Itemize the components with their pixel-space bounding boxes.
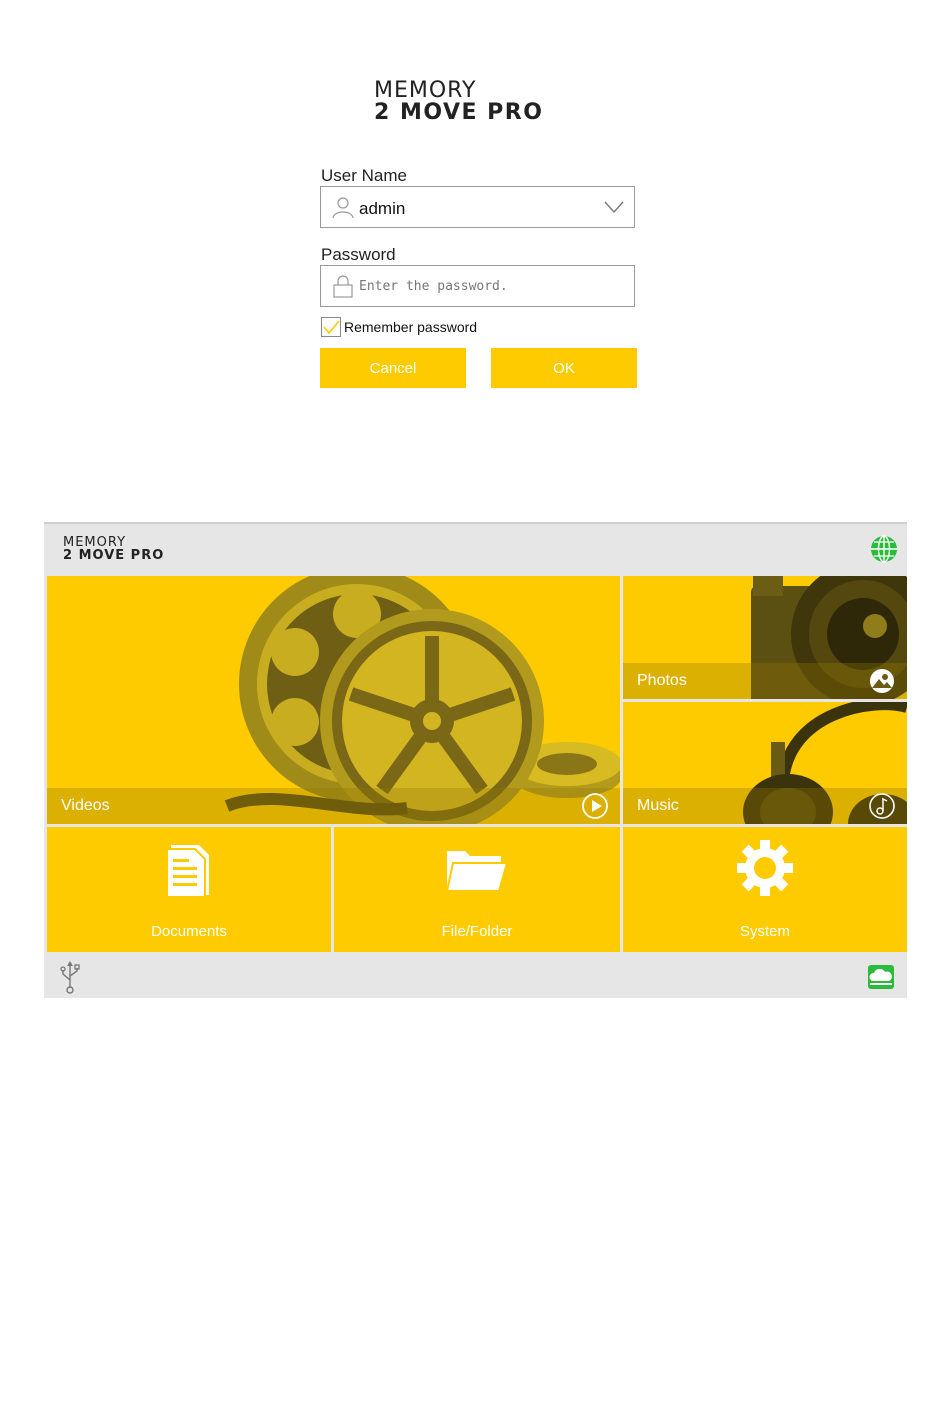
app-header: MEMORY 2 MOVE PRO xyxy=(44,524,907,574)
username-label: User Name xyxy=(321,166,407,185)
app-footer xyxy=(44,954,907,998)
globe-icon[interactable] xyxy=(869,534,899,564)
tile-documents-label: Documents xyxy=(151,923,227,940)
usb-icon[interactable] xyxy=(58,960,82,994)
remember-checkbox[interactable] xyxy=(321,317,341,337)
header-logo-line2: 2 MOVE PRO xyxy=(63,548,165,563)
tile-videos[interactable]: Videos xyxy=(47,576,620,824)
tile-system[interactable]: System xyxy=(623,827,907,952)
tile-documents[interactable]: Documents xyxy=(47,827,331,952)
tile-photos[interactable]: Photos xyxy=(623,576,907,699)
music-note-icon xyxy=(869,793,895,819)
gear-icon xyxy=(737,840,793,896)
remember-label: Remember password xyxy=(344,319,478,335)
password-field[interactable]: Enter the password. xyxy=(320,265,635,307)
password-label: Password xyxy=(321,245,396,264)
checkmark-icon xyxy=(323,320,340,335)
photo-icon xyxy=(870,669,894,693)
document-icon xyxy=(166,845,209,898)
login-logo: MEMORY 2 MOVE PRO xyxy=(374,80,594,124)
chevron-down-icon[interactable] xyxy=(604,199,624,215)
tile-filefolder-label: File/Folder xyxy=(441,923,513,940)
tile-photos-label: Photos xyxy=(637,672,687,689)
password-placeholder: Enter the password. xyxy=(359,279,508,294)
tile-music-label: Music xyxy=(637,797,679,814)
home-screen: MEMORY 2 MOVE PRO Videos Photos Music Do… xyxy=(44,522,907,998)
header-logo: MEMORY 2 MOVE PRO xyxy=(63,536,164,562)
tile-music[interactable]: Music xyxy=(623,702,907,824)
remember-password-option[interactable]: Remember password xyxy=(321,316,477,338)
film-reels-image xyxy=(224,576,620,824)
tile-filefolder[interactable]: File/Folder xyxy=(334,827,620,952)
cloud-drive-icon[interactable] xyxy=(867,964,895,990)
tile-videos-label: Videos xyxy=(61,797,110,814)
ok-button[interactable]: OK xyxy=(491,348,637,388)
username-value: admin xyxy=(359,199,406,218)
username-select[interactable]: admin xyxy=(320,186,635,228)
user-icon xyxy=(332,197,354,219)
tile-videos-bar xyxy=(47,788,620,824)
cancel-button[interactable]: Cancel xyxy=(320,348,466,388)
lock-icon xyxy=(333,275,353,298)
play-icon xyxy=(582,793,608,819)
folder-icon xyxy=(445,851,509,892)
logo-text-line1: MEMORY xyxy=(374,78,477,103)
logo-text-line2: 2 MOVE PRO xyxy=(374,100,544,125)
tile-system-label: System xyxy=(739,923,790,940)
